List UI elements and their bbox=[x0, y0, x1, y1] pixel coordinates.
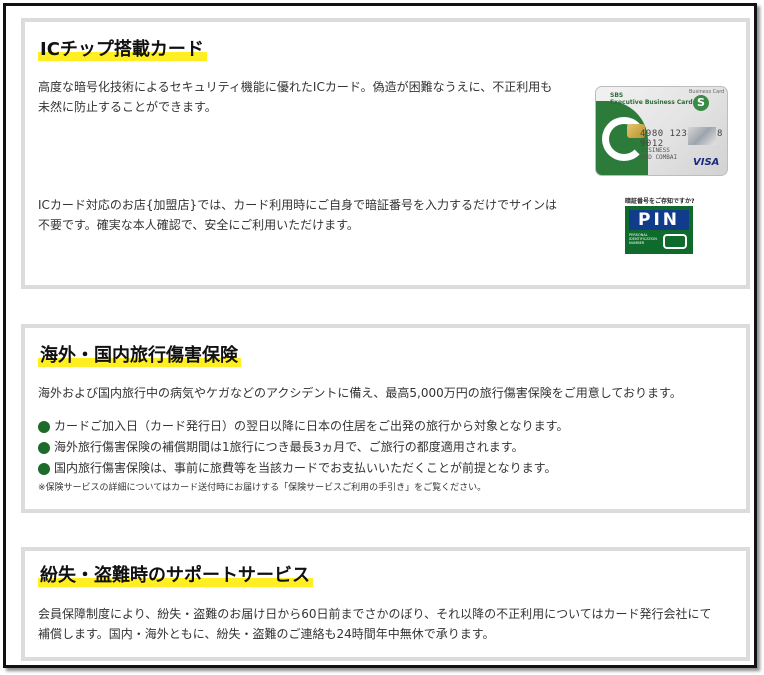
list-item-text: 国内旅行傷害保険は、事前に旅費等を当該カードでお支払いいただくことが前提となりま… bbox=[54, 461, 557, 475]
card-brand-line1: SBS bbox=[610, 92, 624, 99]
list-item-text: カードご加入日（カード発行日）の翌日以降に日本の住居をご出発の旅行から対象となり… bbox=[54, 419, 569, 433]
card-type: Business Card bbox=[689, 89, 725, 95]
ic-pin-description-line2: 不要です。確実な本人確認で、安全にご利用いただけます。 bbox=[38, 218, 359, 232]
support-description-line2: 補償します。国内・海外ともに、紛失・盗難のご連絡も24時間年中無休で承ります。 bbox=[38, 627, 495, 641]
support-description-line1: 会員保障制度により、紛失・盗難のお届け日から60日前までさかのぼり、それ以降の不… bbox=[38, 607, 712, 621]
pin-caption: 暗証番号をご存知ですか? bbox=[625, 198, 695, 205]
travel-insurance-description: 海外および国内旅行中の病気やケガなどのアクシデントに備え、最高5,000万円の旅… bbox=[38, 386, 682, 400]
ic-pin-description: ICカード対応のお店{加盟店}では、カード利用時にご自身で暗証番号を入力するだけ… bbox=[38, 195, 557, 235]
pin-sub-line3: NUMBER bbox=[629, 241, 645, 245]
card-holder: BUSINESS MOD COMBAI bbox=[641, 147, 677, 161]
insurance-note: ※保険サービスの詳細についてはカード送付時にお届けする「保険サービスご利用の手引… bbox=[38, 483, 487, 493]
list-item-text: 海外旅行傷害保険の補償期間は1旅行につき最長3ヵ月で、ご旅行の都度適用されます。 bbox=[54, 440, 524, 454]
card-holder-line1: BUSINESS bbox=[641, 147, 670, 154]
ic-card-description-line2: 未然に防止することができます。 bbox=[38, 100, 217, 114]
list-item: 海外旅行傷害保険の補償期間は1旅行につき最長3ヵ月で、ご旅行の都度適用されます。 bbox=[38, 437, 568, 458]
list-item: 国内旅行傷害保険は、事前に旅費等を当該カードでお支払いいただくことが前提となりま… bbox=[38, 458, 568, 479]
support-service-section: 紛失・盗難時のサポートサービス 会員保障制度により、紛失・盗難のお届け日から60… bbox=[21, 547, 750, 661]
card-brand: SBS Executive Business Card bbox=[610, 92, 693, 106]
travel-insurance-list: カードご加入日（カード発行日）の翌日以降に日本の住居をご出発の旅行から対象となり… bbox=[38, 416, 568, 479]
bullet-icon bbox=[38, 420, 50, 433]
support-service-heading: 紛失・盗難時のサポートサービス bbox=[38, 565, 313, 587]
pin-badge: 暗証番号をご存知ですか? PIN PERSONAL IDENTIFICATION… bbox=[625, 196, 695, 254]
travel-insurance-heading: 海外・国内旅行傷害保険 bbox=[38, 345, 241, 367]
pin-letters: PIN bbox=[629, 210, 689, 230]
hologram-icon bbox=[688, 127, 716, 145]
pin-subtitle: PERSONAL IDENTIFICATION NUMBER bbox=[629, 233, 659, 245]
bullet-icon bbox=[38, 462, 50, 475]
ic-pin-description-line1: ICカード対応のお店{加盟店}では、カード利用時にご自身で暗証番号を入力するだけ… bbox=[38, 198, 557, 212]
key-icon bbox=[663, 234, 687, 249]
ic-card-section: ICチップ搭載カード 高度な暗号化技術によるセキュリティ機能に優れたICカード。… bbox=[21, 18, 750, 289]
pin-box: PIN PERSONAL IDENTIFICATION NUMBER bbox=[625, 206, 693, 254]
travel-insurance-section: 海外・国内旅行傷害保険 海外および国内旅行中の病気やケガなどのアクシデントに備え… bbox=[21, 324, 750, 513]
credit-card-image: SBS Executive Business Card Business Car… bbox=[595, 86, 728, 176]
ic-card-description: 高度な暗号化技術によるセキュリティ機能に優れたICカード。偽造が困難なうえに、不… bbox=[38, 77, 552, 117]
bullet-icon bbox=[38, 441, 50, 454]
card-brand-line2: Executive Business Card bbox=[610, 99, 693, 106]
visa-logo: VISA bbox=[693, 157, 720, 168]
card-logo-icon: S bbox=[693, 95, 709, 111]
support-service-description: 会員保障制度により、紛失・盗難のお届け日から60日前までさかのぼり、それ以降の不… bbox=[38, 604, 711, 644]
card-holder-line2: MOD COMBAI bbox=[641, 154, 678, 161]
ic-card-description-line1: 高度な暗号化技術によるセキュリティ機能に優れたICカード。偽造が困難なうえに、不… bbox=[38, 80, 553, 94]
page-frame: ICチップ搭載カード 高度な暗号化技術によるセキュリティ機能に優れたICカード。… bbox=[3, 3, 757, 668]
list-item: カードご加入日（カード発行日）の翌日以降に日本の住居をご出発の旅行から対象となり… bbox=[38, 416, 568, 437]
ic-card-heading: ICチップ搭載カード bbox=[38, 39, 207, 61]
